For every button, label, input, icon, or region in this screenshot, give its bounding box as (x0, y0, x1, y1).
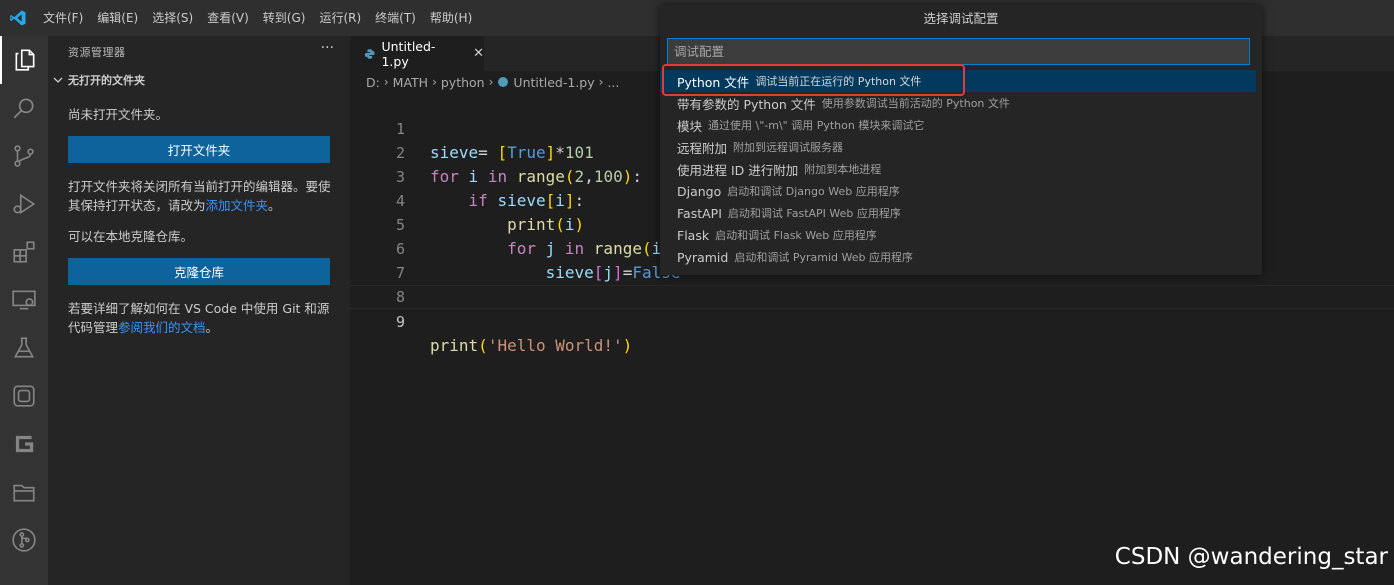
line-number: 9 (395, 313, 405, 331)
item-description: 启动和调试 Django Web 应用程序 (727, 185, 900, 198)
clone-text: 可以在本地克隆仓库。 (68, 229, 194, 244)
activity-bar (0, 36, 48, 585)
chevron-right-icon: › (488, 75, 494, 89)
quick-pick-item-django[interactable]: Django 启动和调试 Django Web 应用程序 (660, 180, 1256, 202)
chevron-right-icon: › (432, 75, 437, 89)
quick-pick-item-flask[interactable]: Flask 启动和调试 Flask Web 应用程序 (660, 224, 1256, 246)
breadcrumb-drive[interactable]: D: (366, 75, 380, 90)
item-label: 远程附加 (677, 140, 728, 156)
git-info-period: 。 (205, 320, 219, 335)
item-label: FastAPI (677, 205, 722, 221)
menu-run[interactable]: 运行(R) (312, 0, 368, 36)
item-description: 附加到远程调试服务器 (733, 141, 844, 154)
search-icon[interactable] (0, 84, 48, 132)
vscode-logo-icon (0, 0, 36, 36)
tab-title: Untitled-1.py (381, 38, 436, 69)
item-label: Pyramid (677, 249, 729, 265)
open-folder-info-text: 打开文件夹将关闭所有当前打开的编辑器。要使其保持打开状态，请改为 (68, 179, 331, 213)
chevron-down-icon (53, 77, 63, 83)
quick-pick-item-fastapi[interactable]: FastAPI 启动和调试 FastAPI Web 应用程序 (660, 202, 1256, 224)
item-description: 通过使用 \"-m\" 调用 Python 模块来调试它 (708, 119, 925, 132)
folder-icon[interactable] (0, 468, 48, 516)
docs-link[interactable]: 参阅我们的文档 (118, 320, 206, 335)
menu-file[interactable]: 文件(F) (36, 0, 90, 36)
breadcrumb-python[interactable]: python (441, 75, 485, 90)
source-control-icon[interactable] (0, 132, 48, 180)
code-text: print('Hello World!') (430, 336, 633, 355)
menu-terminal[interactable]: 终端(T) (368, 0, 423, 36)
annotation-highlight-box (662, 64, 965, 96)
chevron-right-icon: › (383, 75, 389, 89)
chevron-right-icon: › (598, 75, 604, 89)
item-label: 使用进程 ID 进行附加 (677, 162, 799, 178)
item-label: 带有参数的 Python 文件 (677, 96, 816, 112)
extensions-icon[interactable] (0, 228, 48, 276)
quick-pick-item-remote-attach[interactable]: 远程附加 附加到远程调试服务器 (660, 136, 1256, 158)
menu-view[interactable]: 查看(V) (200, 0, 256, 36)
python-file-icon (364, 48, 375, 59)
box-icon[interactable] (0, 372, 48, 420)
debug-config-quick-pick: 选择调试配置 Python 文件 调试当前正在运行的 Python 文件 带有参… (660, 5, 1262, 275)
no-folder-text: 尚未打开文件夹。 (68, 107, 169, 122)
quick-pick-title: 选择调试配置 (923, 11, 999, 26)
explorer-sidebar: 资源管理器 ··· 无打开的文件夹 尚未打开文件夹。 打开文件夹 打开文件夹将关… (48, 36, 350, 585)
more-actions-button[interactable]: ··· (321, 40, 334, 56)
watermark: CSDN @wandering_star (1114, 544, 1388, 570)
item-description: 启动和调试 Flask Web 应用程序 (715, 229, 877, 242)
menu-bar: 文件(F) 编辑(E) 选择(S) 查看(V) 转到(G) 运行(R) 终端(T… (36, 0, 479, 36)
clone-repository-button[interactable]: 克隆仓库 (68, 258, 330, 285)
info-period: 。 (268, 198, 281, 213)
item-description: 附加到本地进程 (804, 163, 882, 176)
code-line-9: 9 print('Hello World!') (350, 285, 1394, 355)
item-description: 启动和调试 Pyramid Web 应用程序 (734, 251, 913, 264)
item-description: 使用参数调试当前活动的 Python 文件 (821, 97, 1010, 110)
quick-pick-input[interactable] (667, 38, 1250, 65)
breadcrumb: D: › MATH › python › Untitled-1.py › ... (366, 71, 619, 93)
remote-explorer-icon[interactable] (0, 276, 48, 324)
item-description: 启动和调试 FastAPI Web 应用程序 (727, 207, 901, 220)
gitlens-icon[interactable] (0, 420, 48, 468)
section-title: 无打开的文件夹 (68, 74, 145, 87)
add-folder-link[interactable]: 添加文件夹 (206, 198, 269, 213)
open-folder-info: 打开文件夹将关闭所有当前打开的编辑器。要使其保持打开状态，请改为添加文件夹。 (68, 177, 338, 215)
tab-untitled-1[interactable]: Untitled-1.py ✕ (350, 36, 484, 71)
no-folder-section[interactable]: 无打开的文件夹 (52, 72, 145, 88)
python-file-icon (498, 77, 509, 87)
breadcrumb-file[interactable]: Untitled-1.py (513, 75, 594, 90)
git-info: 若要详细了解如何在 VS Code 中使用 Git 和源代码管理参阅我们的文档。 (68, 299, 338, 337)
quick-pick-item-pyramid[interactable]: Pyramid 启动和调试 Pyramid Web 应用程序 (660, 246, 1256, 268)
sidebar-header: 资源管理器 (68, 46, 126, 59)
testing-icon[interactable] (0, 324, 48, 372)
menu-go[interactable]: 转到(G) (256, 0, 313, 36)
menu-edit[interactable]: 编辑(E) (90, 0, 145, 36)
breadcrumb-ellipsis[interactable]: ... (607, 75, 619, 90)
git-graph-icon[interactable] (0, 516, 48, 564)
menu-selection[interactable]: 选择(S) (145, 0, 200, 36)
breadcrumb-math[interactable]: MATH (393, 75, 428, 90)
close-icon[interactable]: ✕ (473, 46, 484, 61)
item-label: 模块 (677, 118, 703, 134)
explorer-icon[interactable] (0, 36, 48, 84)
item-label: Flask (677, 227, 710, 243)
quick-pick-item-module[interactable]: 模块 通过使用 \"-m\" 调用 Python 模块来调试它 (660, 114, 1256, 136)
open-folder-button[interactable]: 打开文件夹 (68, 136, 330, 163)
item-label: Django (677, 183, 722, 199)
quick-pick-item-process-id[interactable]: 使用进程 ID 进行附加 附加到本地进程 (660, 158, 1256, 180)
run-debug-icon[interactable] (0, 180, 48, 228)
menu-help[interactable]: 帮助(H) (423, 0, 479, 36)
